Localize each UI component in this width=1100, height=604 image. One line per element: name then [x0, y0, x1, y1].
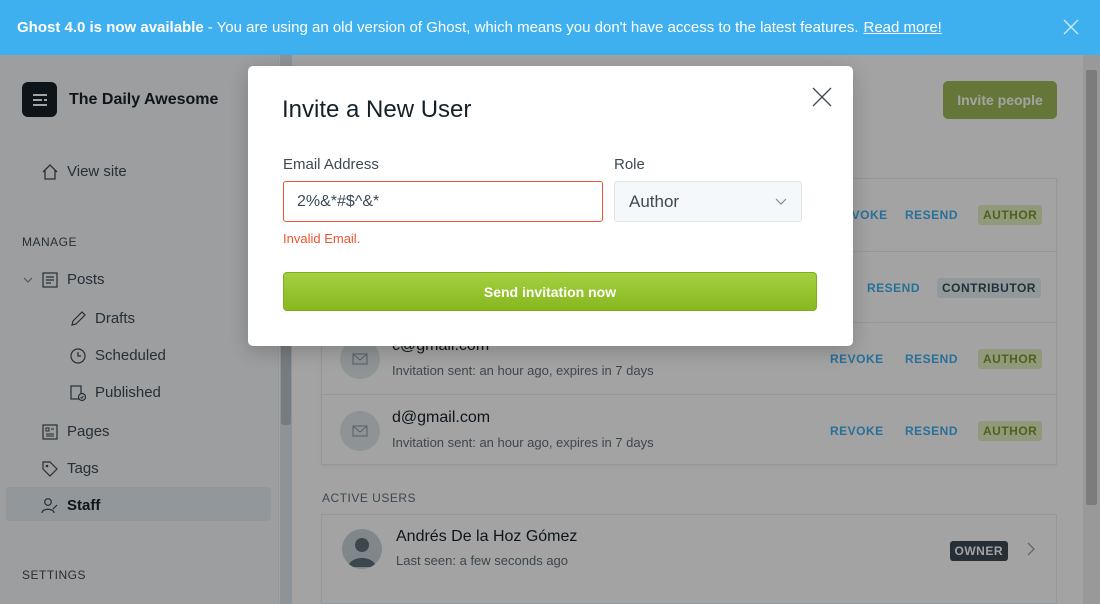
banner-title: Ghost 4.0 is now available: [17, 19, 204, 36]
chevron-down-icon: [775, 198, 787, 205]
email-label: Email Address: [283, 156, 379, 173]
banner-read-more-link[interactable]: Read more!: [863, 19, 941, 36]
email-field[interactable]: [283, 181, 603, 222]
email-error-message: Invalid Email.: [283, 231, 361, 246]
invite-user-modal: Invite a New User Email Address Role Aut…: [248, 66, 853, 346]
send-invitation-button[interactable]: Send invitation now: [283, 272, 817, 311]
upgrade-banner: Ghost 4.0 is now available - You are usi…: [0, 0, 1100, 55]
modal-title: Invite a New User: [282, 96, 472, 123]
role-select-value: Author: [629, 191, 680, 211]
role-label: Role: [614, 156, 645, 173]
banner-message: - You are using an old version of Ghost,…: [207, 19, 859, 36]
close-icon[interactable]: [811, 86, 833, 108]
role-select[interactable]: Author: [614, 181, 802, 222]
close-icon[interactable]: [1060, 16, 1082, 38]
